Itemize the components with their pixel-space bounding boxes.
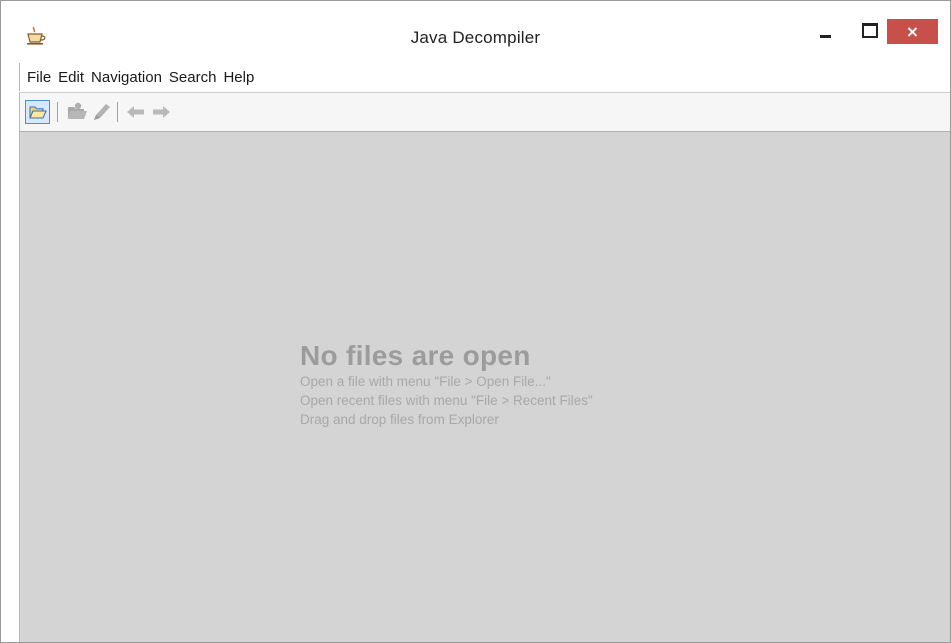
close-button[interactable]: ×: [887, 19, 938, 44]
open-recent-button[interactable]: [66, 102, 88, 122]
menu-navigation[interactable]: Navigation: [91, 69, 166, 86]
menu-edit[interactable]: Edit: [58, 69, 88, 86]
edit-pen-icon: [94, 104, 110, 120]
title-bar[interactable]: Java Decompiler ×: [1, 1, 950, 63]
menu-help[interactable]: Help: [223, 69, 258, 86]
app-window: Java Decompiler × File Edit Navigation S…: [0, 0, 951, 643]
main-content-area[interactable]: No files are open Open a file with menu …: [19, 131, 950, 642]
menu-search[interactable]: Search: [169, 69, 221, 86]
close-icon: ×: [905, 21, 920, 41]
forward-arrow-icon: [153, 106, 170, 118]
empty-state-hint-drag-drop: Drag and drop files from Explorer: [300, 412, 499, 427]
edit-button[interactable]: [91, 102, 113, 122]
empty-state-hint-recent-files: Open recent files with menu "File > Rece…: [300, 393, 593, 408]
empty-state-hint-open-file: Open a file with menu "File > Open File.…: [300, 374, 551, 389]
maximize-button[interactable]: [851, 20, 885, 44]
menu-bar: File Edit Navigation Search Help: [19, 63, 950, 91]
open-recent-icon: [68, 102, 87, 119]
empty-state: No files are open Open a file with menu …: [300, 340, 593, 429]
back-button[interactable]: [125, 102, 147, 122]
back-arrow-icon: [127, 106, 144, 118]
menu-file[interactable]: File: [27, 69, 55, 86]
open-file-button[interactable]: [25, 100, 50, 124]
minimize-button[interactable]: [801, 20, 849, 44]
forward-button[interactable]: [150, 102, 172, 122]
empty-state-title: No files are open: [300, 340, 531, 371]
toolbar: [19, 92, 950, 131]
toolbar-separator: [117, 102, 118, 122]
open-folder-icon: [28, 106, 47, 118]
toolbar-separator: [57, 102, 58, 122]
